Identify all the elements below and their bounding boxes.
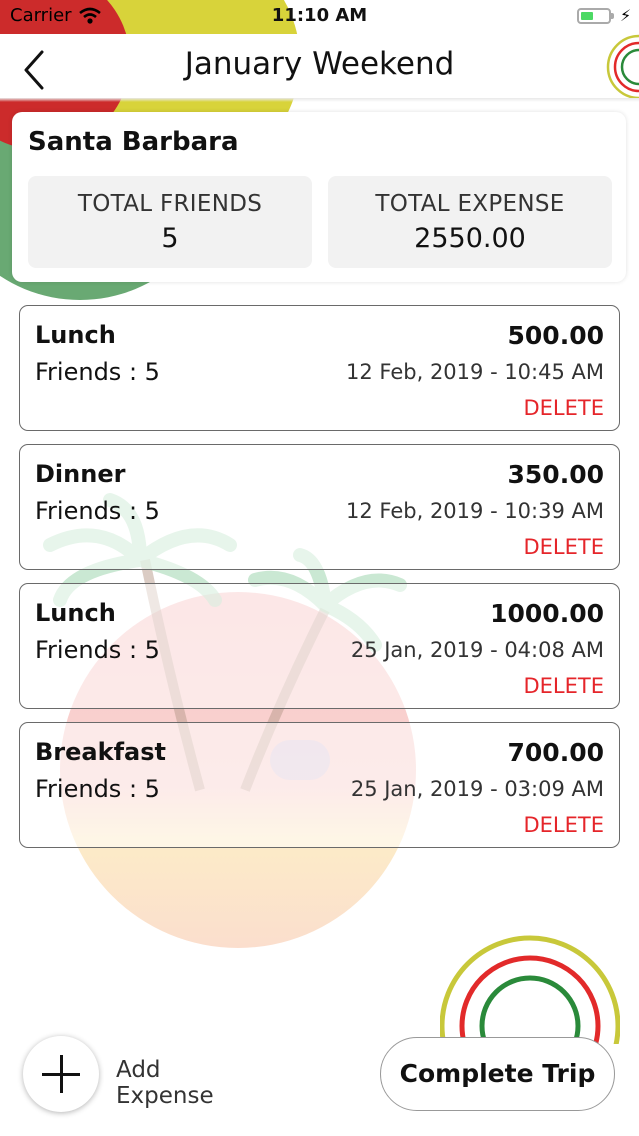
delete-button[interactable]: DELETE [523,674,604,698]
expense-title: Lunch [35,321,116,349]
expense-amount: 1000.00 [490,599,604,628]
expense-title: Lunch [35,599,116,627]
expense-title: Dinner [35,460,126,488]
rings-logo-icon [440,935,620,1044]
status-time: 11:10 AM [271,5,368,26]
delete-button[interactable]: DELETE [523,396,604,420]
page-title: January Weekend [184,46,455,82]
charging-icon: ⚡ [620,6,632,25]
expense-friends: Friends : 5 [35,358,160,386]
delete-button[interactable]: DELETE [523,813,604,837]
battery-tip [611,13,614,19]
expense-amount: 500.00 [507,321,604,350]
add-expense-label[interactable]: Add Expense [104,1057,264,1109]
expense-date: 12 Feb, 2019 - 10:45 AM [346,360,604,384]
expense-amount: 350.00 [507,460,604,489]
status-bar: Carrier 11:10 AM ⚡ [0,0,639,34]
expense-friends: Friends : 5 [35,497,160,525]
total-expense-value: 2550.00 [414,223,526,254]
total-friends-label: TOTAL FRIENDS [77,191,263,217]
nav-divider [0,98,639,102]
expense-card[interactable]: Dinner Friends : 5 350.00 12 Feb, 2019 -… [19,444,620,570]
app-logo-icon [606,34,639,98]
add-expense-button[interactable] [23,1036,99,1112]
expense-date: 25 Jan, 2019 - 03:09 AM [350,777,604,801]
trip-summary-card: Santa Barbara TOTAL FRIENDS 5 TOTAL EXPE… [12,112,626,282]
plus-icon-vertical [60,1055,63,1093]
expense-card[interactable]: Lunch Friends : 5 1000.00 25 Jan, 2019 -… [19,583,620,709]
total-expense-label: TOTAL EXPENSE [375,191,565,217]
total-friends-value: 5 [161,223,179,254]
battery-level [581,12,593,20]
expense-card[interactable]: Breakfast Friends : 5 700.00 25 Jan, 201… [19,722,620,848]
expense-title: Breakfast [35,738,166,766]
delete-button[interactable]: DELETE [523,535,604,559]
expense-amount: 700.00 [507,738,604,767]
total-friends-box: TOTAL FRIENDS 5 [28,176,312,268]
complete-trip-button[interactable]: Complete Trip [380,1037,615,1111]
navigation-bar: January Weekend [0,34,639,98]
expense-date: 12 Feb, 2019 - 10:39 AM [346,499,604,523]
total-expense-box: TOTAL EXPENSE 2550.00 [328,176,612,268]
expense-date: 25 Jan, 2019 - 04:08 AM [350,638,604,662]
expense-friends: Friends : 5 [35,636,160,664]
battery-icon [577,8,611,24]
expense-card[interactable]: Lunch Friends : 5 500.00 12 Feb, 2019 - … [19,305,620,431]
trip-name: Santa Barbara [28,127,239,157]
expense-friends: Friends : 5 [35,775,160,803]
